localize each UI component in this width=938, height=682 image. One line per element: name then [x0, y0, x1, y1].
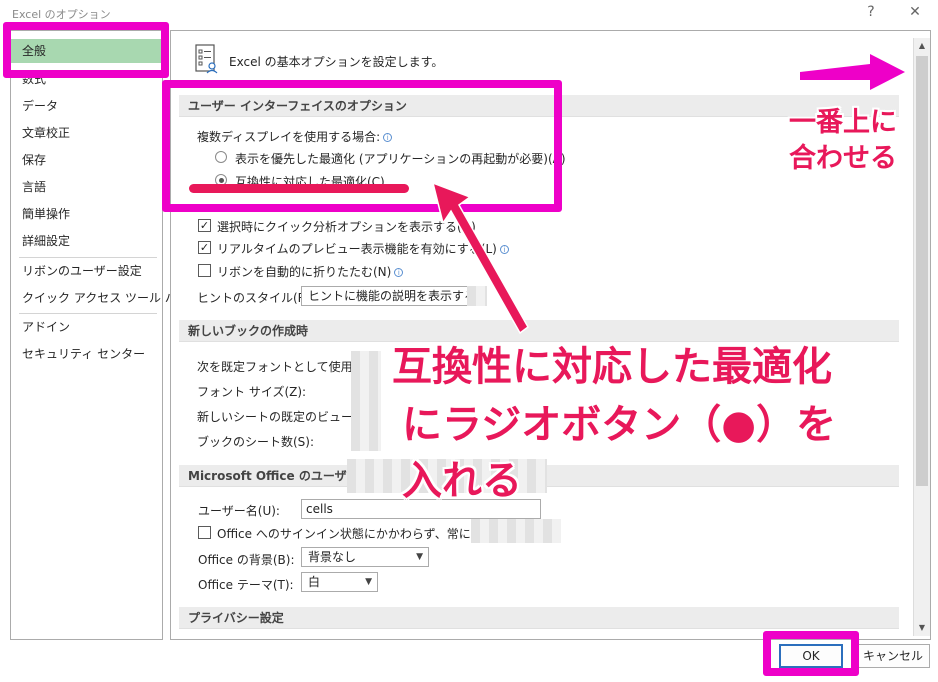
annotation-arrows [431, 54, 905, 335]
annotation-instruction-line2: にラジオボタン（●）を [402, 402, 837, 448]
annotation-top-align-line1: 一番上に [789, 107, 897, 138]
arrow-to-radio-icon [431, 181, 529, 335]
annotation-instruction-line1: 互換性に対応した最適化 [392, 344, 832, 390]
annotation-top-align-line2: 合わせる [789, 143, 897, 174]
arrow-to-scrollbar-icon [800, 54, 905, 90]
annotation-instruction-line3: 入れる [402, 458, 522, 504]
